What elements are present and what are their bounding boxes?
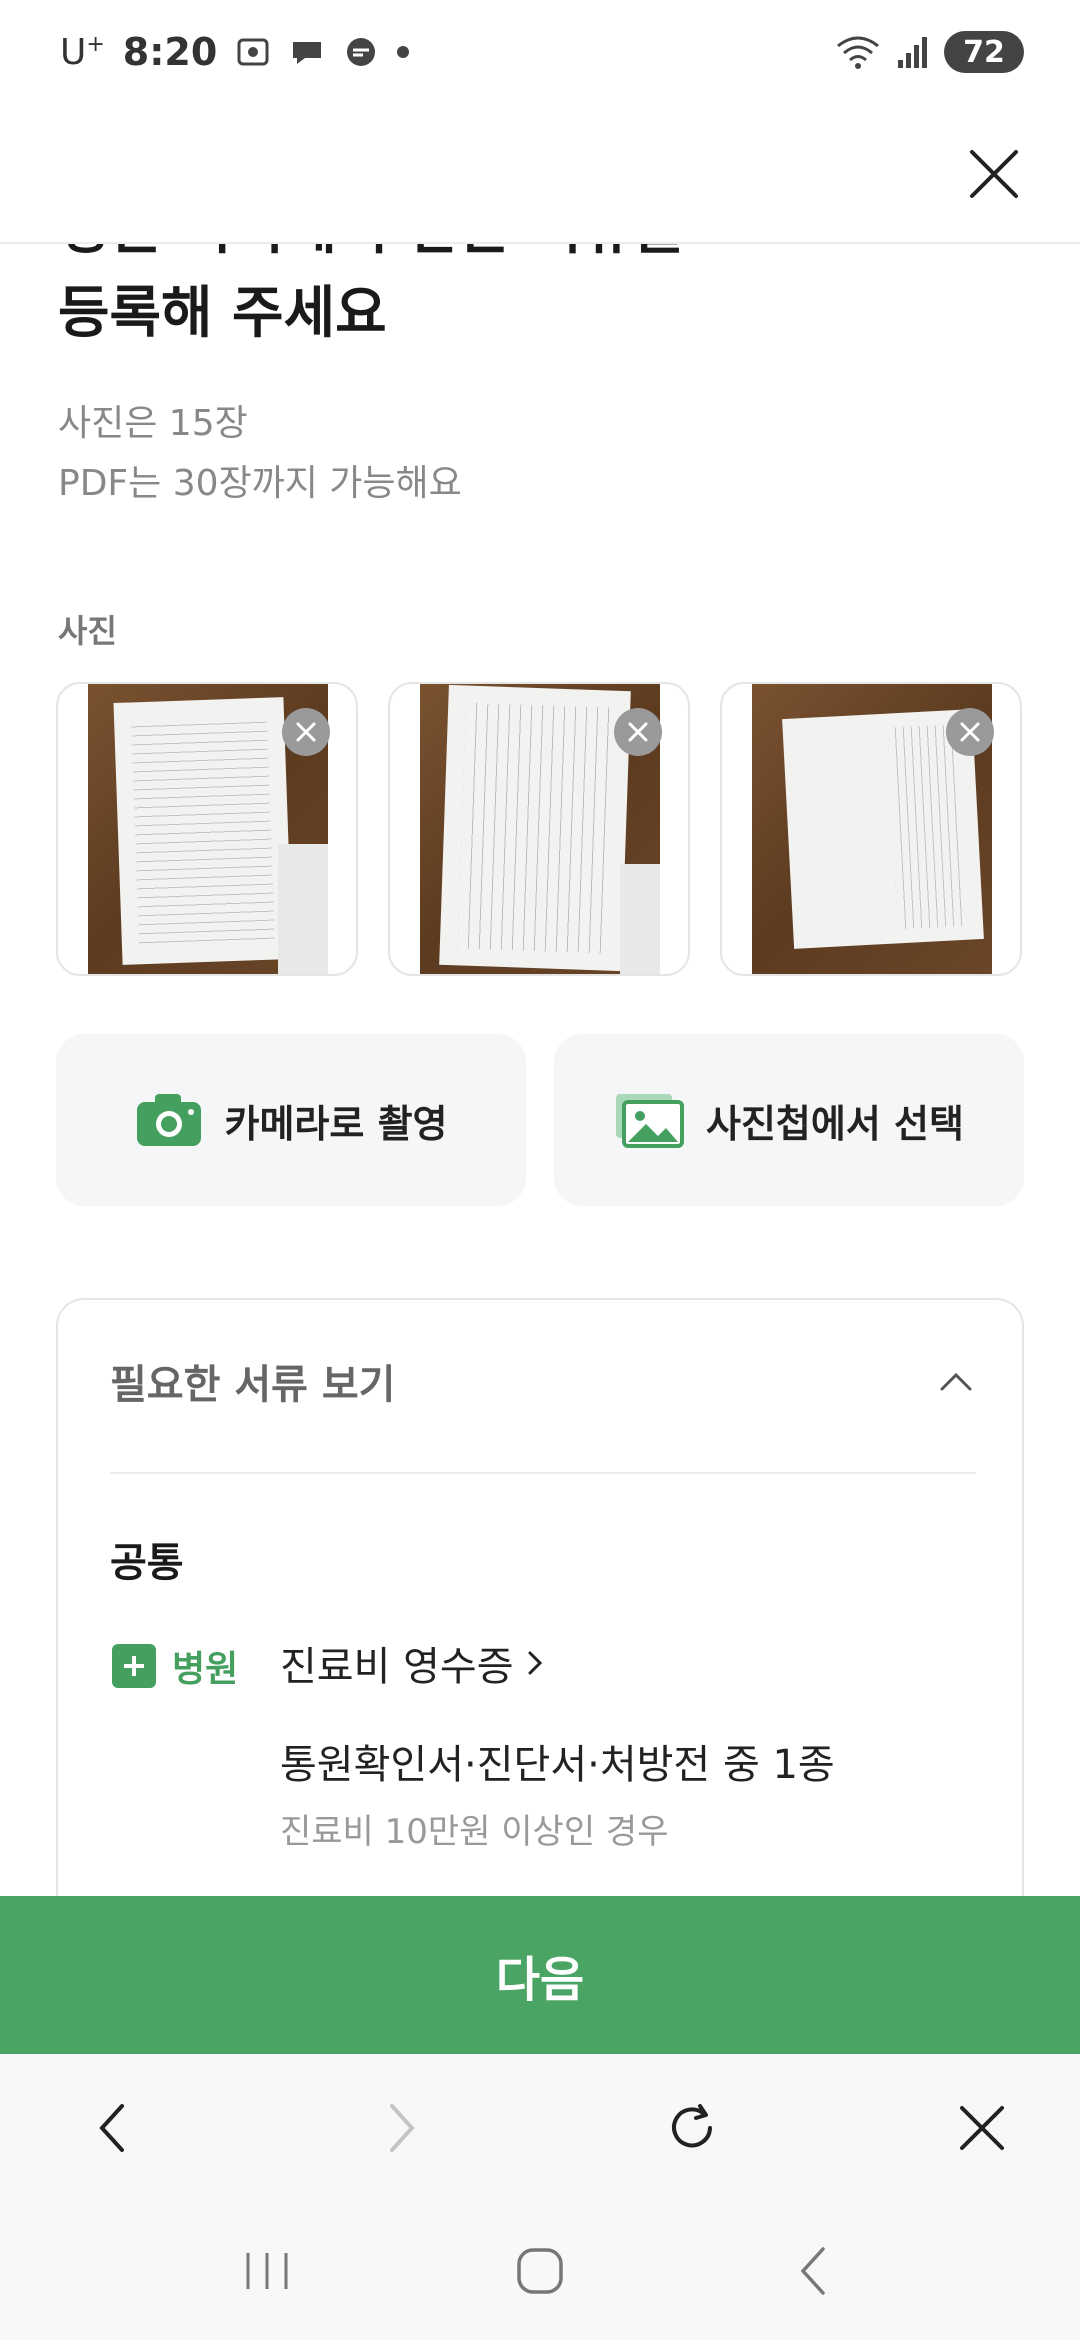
required-docs-toggle[interactable]: 필요한 서류 보기: [110, 1352, 976, 1410]
page-title: 병원·약국에서 받은 서류를 등록해 주세요: [58, 244, 685, 346]
scroll-content[interactable]: 병원·약국에서 받은 서류를 등록해 주세요 사진은 15장 PDF는 30장까…: [0, 244, 1080, 1896]
photo-thumbnails: [56, 682, 1024, 976]
page-subtitle: 사진은 15장 PDF는 30장까지 가능해요: [58, 403, 462, 504]
photos-section-label: 사진: [58, 612, 117, 650]
receipt-link[interactable]: 진료비 영수증: [280, 1634, 546, 1692]
doc-item: 통원확인서·진단서·처방전 중 1종: [280, 1742, 835, 1788]
close-icon: [960, 722, 980, 742]
chat-bubble-icon: [293, 42, 322, 64]
clock: 8:20: [122, 30, 218, 74]
close-icon: [628, 722, 648, 742]
gallery-button[interactable]: 사진첩에서 선택: [554, 1034, 1024, 1206]
required-docs-title: 필요한 서류 보기: [110, 1362, 396, 1408]
signal-icon: [898, 37, 927, 68]
header-bar: [0, 104, 1080, 244]
remove-photo-button[interactable]: [614, 708, 662, 756]
required-docs-card: 필요한 서류 보기 공통 병원 진료비 영수증 통원확인서·진단서·처방전 중 …: [56, 1298, 1024, 1896]
close-icon: [960, 2106, 1004, 2150]
forward-button[interactable]: [370, 2096, 434, 2160]
battery-indicator: 72: [944, 31, 1024, 73]
docs-category-title: 공통: [110, 1540, 184, 1586]
more-notifications-dot: [397, 46, 410, 58]
back-icon: [800, 2247, 826, 2295]
chevron-left-icon: [99, 2104, 124, 2152]
home-button[interactable]: [505, 2236, 575, 2306]
next-button[interactable]: 다음: [0, 1896, 1080, 2054]
reload-icon: [672, 2104, 712, 2148]
home-icon: [517, 2248, 563, 2294]
gallery-icon: [616, 1094, 685, 1148]
carrier-label: U+: [60, 31, 105, 73]
plus-icon: [112, 1644, 156, 1688]
app-notification-icon: [347, 38, 376, 66]
recent-apps-icon: [246, 2253, 288, 2289]
chevron-up-icon: [940, 1372, 972, 1391]
close-icon: [296, 722, 316, 742]
upload-actions: 카메라로 촬영 사진첩에서 선택: [56, 1034, 1024, 1206]
chevron-right-icon: [528, 1651, 542, 1675]
back-button[interactable]: [80, 2096, 144, 2160]
system-navigation-bar: [0, 2202, 1080, 2340]
chevron-right-icon: [390, 2104, 415, 2152]
browser-toolbar: [0, 2054, 1080, 2202]
photo-thumbnail[interactable]: [720, 682, 1022, 976]
recent-apps-button[interactable]: [232, 2236, 302, 2306]
close-icon: [970, 150, 1018, 198]
reload-button[interactable]: [660, 2096, 724, 2160]
close-browser-button[interactable]: [950, 2096, 1014, 2160]
remove-photo-button[interactable]: [282, 708, 330, 756]
remove-photo-button[interactable]: [946, 708, 994, 756]
camera-button[interactable]: 카메라로 촬영: [56, 1034, 526, 1206]
screen-capture-icon: [237, 38, 269, 66]
gallery-button-label: 사진첩에서 선택: [706, 1101, 964, 1146]
photo-thumbnail[interactable]: [388, 682, 690, 976]
hospital-tag-label: 병원: [172, 1649, 239, 1690]
doc-item-note: 진료비 10만원 이상인 경우: [280, 1812, 669, 1852]
status-bar: U+ 8:20 72: [0, 0, 1080, 104]
photo-thumbnail[interactable]: [56, 682, 358, 976]
wifi-icon: [837, 36, 879, 69]
divider: [110, 1472, 976, 1474]
close-button[interactable]: [954, 134, 1034, 214]
receipt-link-label: 진료비 영수증: [280, 1644, 514, 1690]
system-back-button[interactable]: [778, 2236, 848, 2306]
camera-button-label: 카메라로 촬영: [224, 1101, 448, 1146]
hospital-tag: 병원: [112, 1640, 238, 1692]
camera-icon: [136, 1094, 201, 1146]
